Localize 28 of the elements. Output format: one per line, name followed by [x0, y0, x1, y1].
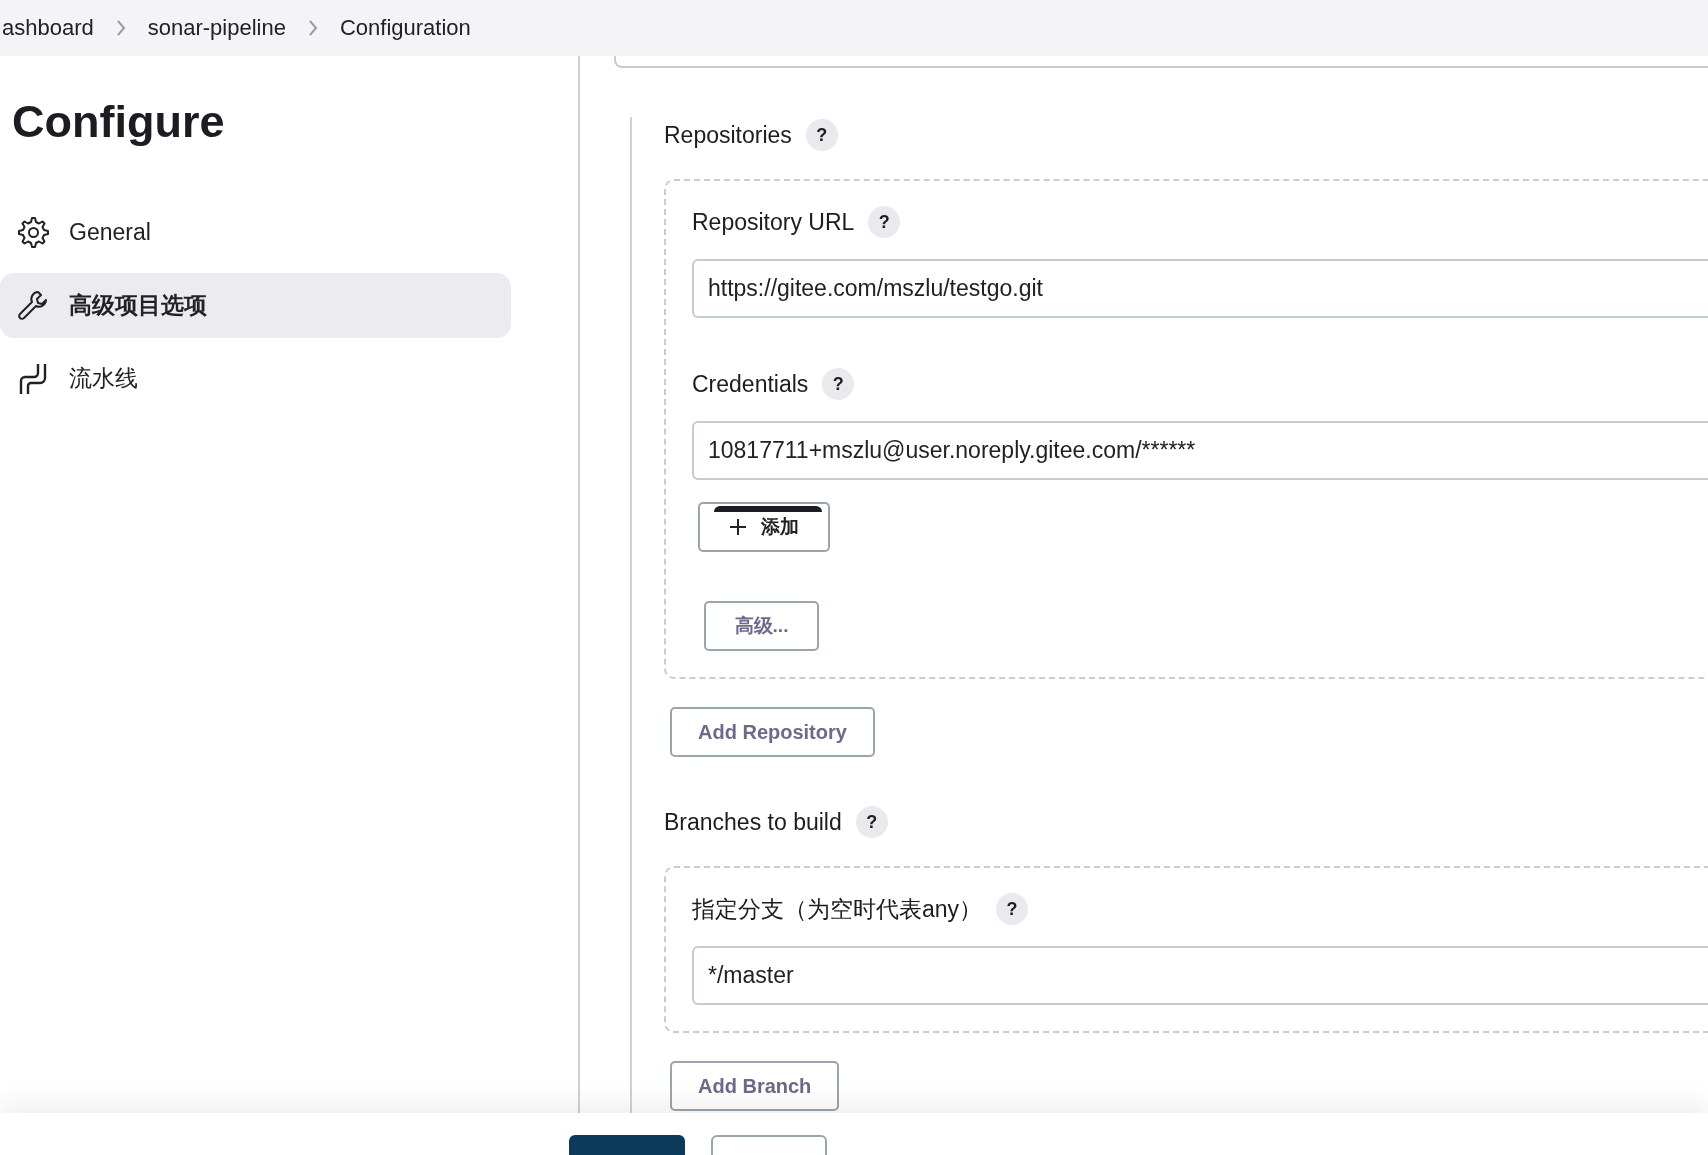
- section-label: Repositories: [664, 121, 792, 149]
- advanced-button[interactable]: 高级...: [704, 601, 819, 651]
- help-button[interactable]: ?: [805, 119, 838, 151]
- input-field[interactable]: */master: [692, 946, 1708, 1005]
- help-button[interactable]: ?: [822, 368, 855, 400]
- add-repository-button[interactable]: Add Repository: [670, 707, 875, 757]
- help-button[interactable]: ?: [868, 206, 901, 238]
- breadcrumb-link[interactable]: ashboard: [2, 15, 94, 41]
- sidebar-item[interactable]: 流水线: [0, 346, 511, 411]
- plus-icon: [729, 518, 747, 536]
- add-branch-button[interactable]: Add Branch: [670, 1061, 840, 1111]
- field-label: Repository URL: [692, 208, 855, 236]
- chevron-right-icon: [307, 19, 318, 37]
- breadcrumb-link[interactable]: Configuration: [339, 15, 471, 41]
- section-label: Branches to build: [664, 808, 842, 836]
- chevron-right-icon: [115, 19, 126, 37]
- breadcrumb-link[interactable]: sonar-pipeline: [147, 15, 286, 41]
- field-label: Credentials: [692, 370, 809, 398]
- input-field[interactable]: 10817711+mszlu@user.noreply.gitee.com/******: [692, 421, 1708, 480]
- page-title: Configure: [12, 96, 226, 148]
- input-field[interactable]: https://gitee.com/mszlu/testgo.git: [692, 259, 1708, 318]
- field-label: 指定分支（为空时代表any）: [692, 894, 983, 924]
- add-button[interactable]: 添加: [698, 502, 830, 552]
- sidebar-item[interactable]: 高级项目选项: [0, 273, 511, 338]
- help-button[interactable]: ?: [996, 893, 1029, 925]
- sidebar-item[interactable]: General: [0, 200, 511, 265]
- help-button[interactable]: ?: [855, 806, 888, 838]
- gear-icon: [16, 215, 51, 250]
